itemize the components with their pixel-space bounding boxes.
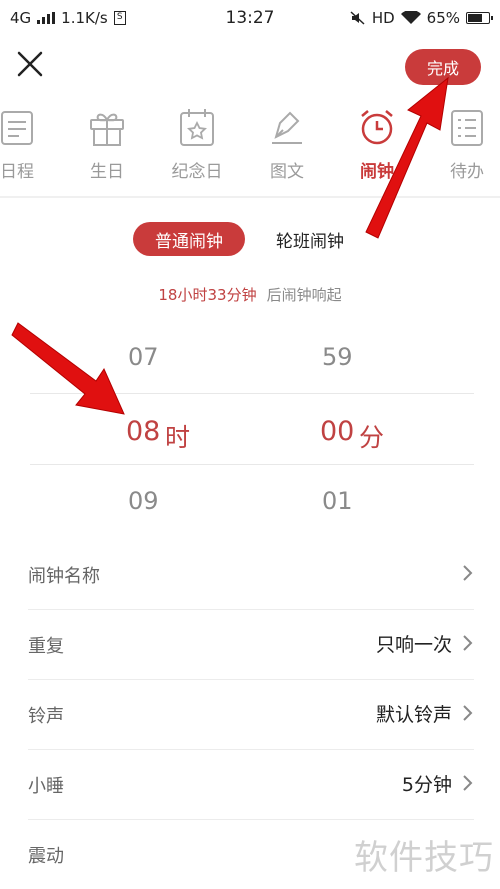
hour-unit: 时 xyxy=(165,423,191,452)
repeat-value: 只响一次 xyxy=(375,634,452,656)
snooze-row[interactable]: 小睡 5分钟 xyxy=(28,750,474,820)
schedule-icon xyxy=(0,105,37,149)
minute-next[interactable]: 01 xyxy=(322,487,353,515)
pen-icon xyxy=(267,105,307,149)
close-icon xyxy=(17,51,43,77)
tab-label: 日程 xyxy=(0,162,34,182)
battery-percent: 65% xyxy=(426,9,460,27)
close-button[interactable] xyxy=(14,48,46,80)
chevron-right-icon xyxy=(463,635,473,651)
ring-countdown-suffix: 后闹钟响起 xyxy=(266,286,342,304)
gift-icon xyxy=(87,105,127,149)
ringtone-value: 默认铃声 xyxy=(375,704,452,726)
ringtone-label: 铃声 xyxy=(28,706,64,727)
tab-label: 图文 xyxy=(270,162,304,182)
tab-picture-text[interactable]: 图文 xyxy=(242,105,332,187)
chevron-right-icon xyxy=(463,565,473,581)
tab-alarm[interactable]: 闹钟 xyxy=(332,105,422,187)
repeat-row[interactable]: 重复 只响一次 xyxy=(28,610,474,680)
ring-countdown: 18小时33分钟 后闹钟响起 xyxy=(0,284,500,305)
wifi-icon xyxy=(400,11,421,24)
done-button[interactable]: 完成 xyxy=(405,49,481,85)
ring-countdown-time: 18小时33分钟 xyxy=(158,286,257,304)
tab-label: 闹钟 xyxy=(360,162,394,182)
hour-prev[interactable]: 07 xyxy=(128,343,159,371)
hd-label: HD xyxy=(371,9,395,27)
alarm-editor-screen: 4G 1.1K/s S 13:27 HD 65% 完成 日程 生日 纪念日 图文… xyxy=(0,0,500,889)
tab-anniversary[interactable]: 纪念日 xyxy=(152,105,242,187)
vibrate-label: 震动 xyxy=(28,846,64,867)
battery-icon xyxy=(466,12,493,24)
minute-selected[interactable]: 00 xyxy=(320,416,354,447)
repeat-label: 重复 xyxy=(28,636,64,657)
tab-schedule[interactable]: 日程 xyxy=(0,105,62,187)
tabs-divider xyxy=(0,196,500,198)
snooze-value: 5分钟 xyxy=(401,774,452,796)
minute-unit: 分 xyxy=(359,423,385,452)
alarm-name-row[interactable]: 闹钟名称 xyxy=(28,540,474,610)
tab-todo[interactable]: 待办 xyxy=(422,105,500,187)
alarm-clock-icon xyxy=(357,105,397,149)
alarm-name-label: 闹钟名称 xyxy=(28,566,100,587)
tab-label: 生日 xyxy=(90,162,124,182)
category-tabs: 日程 生日 纪念日 图文 闹钟 待办 xyxy=(0,105,500,187)
picker-divider-top xyxy=(30,393,474,394)
arrow-to-hour-icon xyxy=(11,322,125,415)
watermark: 软件技巧 xyxy=(354,838,494,878)
chevron-right-icon xyxy=(463,775,473,791)
anniversary-icon xyxy=(177,105,217,149)
tab-label: 纪念日 xyxy=(171,162,223,182)
normal-alarm-tab[interactable]: 普通闹钟 xyxy=(133,222,245,256)
status-right: HD 65% xyxy=(350,9,493,27)
tab-label: 待办 xyxy=(450,162,484,182)
snooze-label: 小睡 xyxy=(28,776,64,797)
status-bar: 4G 1.1K/s S 13:27 HD 65% xyxy=(0,0,500,36)
shift-alarm-tab[interactable]: 轮班闹钟 xyxy=(262,222,358,256)
mute-icon xyxy=(350,11,365,25)
picker-divider-bottom xyxy=(30,464,474,465)
hour-next[interactable]: 09 xyxy=(128,487,159,515)
chevron-right-icon xyxy=(463,705,473,721)
tab-birthday[interactable]: 生日 xyxy=(62,105,152,187)
ringtone-row[interactable]: 铃声 默认铃声 xyxy=(28,680,474,750)
minute-prev[interactable]: 59 xyxy=(322,343,353,371)
todo-list-icon xyxy=(447,105,487,149)
hour-selected[interactable]: 08 xyxy=(126,416,160,447)
